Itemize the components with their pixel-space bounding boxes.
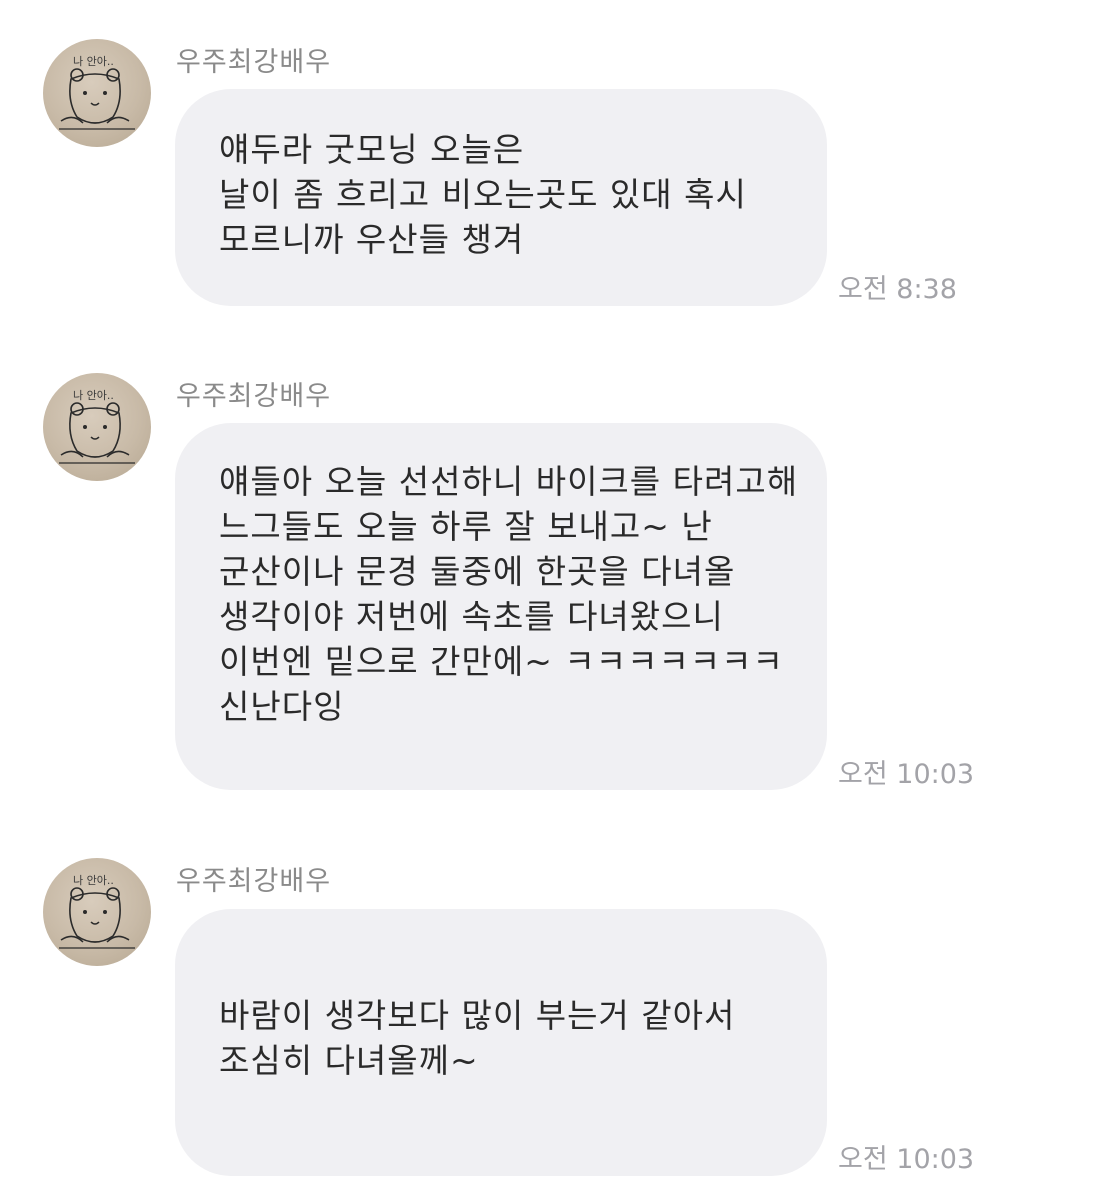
message-line: 바람이 생각보다 많이 부는거 같아서 — [219, 996, 736, 1035]
sender-name: 우주최강배우 — [176, 381, 332, 412]
bear-drawing-icon: 나 안아.. — [59, 389, 135, 464]
avatar-caption: 나 안아.. — [73, 55, 114, 68]
message-timestamp: 오전 10:03 — [838, 759, 975, 790]
avatar[interactable]: 나 안아.. — [43, 39, 151, 147]
avatar-caption: 나 안아.. — [73, 389, 114, 402]
avatar-caption: 나 안아.. — [73, 874, 114, 887]
sender-name: 우주최강배우 — [176, 866, 332, 897]
bear-drawing-icon: 나 안아.. — [59, 874, 135, 949]
message-line: 모르니까 우산들 챙겨 — [219, 220, 525, 259]
bear-drawing-icon: 나 안아.. — [59, 55, 135, 130]
message-bubble[interactable]: 얘두라 굿모닝 오늘은 날이 좀 흐리고 비오는곳도 있대 혹시 모르니까 우산… — [175, 89, 827, 306]
message-timestamp: 오전 10:03 — [838, 1144, 975, 1175]
message-line: 군산이나 문경 둘중에 한곳을 다녀올 — [219, 552, 736, 591]
message-timestamp: 오전 8:38 — [838, 274, 957, 305]
message-line: 생각이야 저번에 속초를 다녀왔으니 — [219, 597, 724, 636]
message-line: 이번엔 밑으로 간만에~ ㅋㅋㅋㅋㅋㅋㅋ — [219, 642, 784, 681]
avatar[interactable]: 나 안아.. — [43, 373, 151, 481]
message-line: 느그들도 오늘 하루 잘 보내고~ 난 — [219, 507, 713, 546]
avatar[interactable]: 나 안아.. — [43, 858, 151, 966]
message-line: 조심히 다녀올께~ — [219, 1041, 479, 1080]
message-line: 얘두라 굿모닝 오늘은 — [219, 130, 525, 169]
message-bubble[interactable]: 얘들아 오늘 선선하니 바이크를 타려고해 느그들도 오늘 하루 잘 보내고~ … — [175, 423, 827, 790]
message-bubble[interactable]: 바람이 생각보다 많이 부는거 같아서 조심히 다녀올께~ — [175, 909, 827, 1176]
message-line: 날이 좀 흐리고 비오는곳도 있대 혹시 — [219, 175, 747, 214]
message-line: 얘들아 오늘 선선하니 바이크를 타려고해 — [219, 462, 799, 501]
sender-name: 우주최강배우 — [176, 47, 332, 78]
message-line: 신난다잉 — [219, 687, 345, 726]
